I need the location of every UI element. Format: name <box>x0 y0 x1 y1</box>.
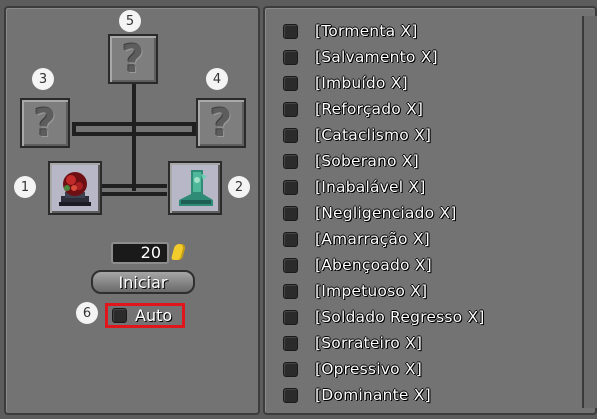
item-checkbox[interactable] <box>283 205 298 221</box>
fusion-slot-4[interactable]: ? <box>196 98 246 148</box>
fusion-slot-2[interactable] <box>168 161 222 215</box>
item-checkbox[interactable] <box>283 335 298 351</box>
connector-line <box>72 122 196 126</box>
item-checkbox[interactable] <box>283 309 298 325</box>
item-label: [Abençoado X] <box>315 256 432 274</box>
slot-4-badge: 4 <box>206 68 228 90</box>
item-checkbox[interactable] <box>283 257 298 273</box>
item-label: [Imbuído X] <box>315 74 408 92</box>
list-item[interactable]: [Amarração X] <box>283 226 485 252</box>
scrollbar[interactable] <box>582 16 597 408</box>
item-checkbox[interactable] <box>283 387 298 403</box>
mystery-bag-icon: ? <box>121 37 145 81</box>
item-checkbox[interactable] <box>283 75 298 91</box>
item-checkbox[interactable] <box>283 361 298 377</box>
start-button[interactable]: Iniciar <box>91 270 195 294</box>
item-label: [Negligenciado X] <box>315 204 457 222</box>
item-checkbox[interactable] <box>283 231 298 247</box>
connector-line <box>72 132 196 136</box>
fusion-panel: ? 5 ? 3 ? 4 1 2 20 Iniciar 6 Auto <box>4 6 260 415</box>
green-dragon-boot-item-icon <box>179 170 213 206</box>
cost-amount: 20 <box>111 242 169 264</box>
list-item[interactable]: [Sorrateiro X] <box>283 330 485 356</box>
connector-line <box>101 192 167 196</box>
list-item[interactable]: [Impetuoso X] <box>283 278 485 304</box>
slot-1-badge: 1 <box>14 176 36 198</box>
imbuement-list: [Tormenta X] [Salvamento X] [Imbuído X] … <box>283 18 485 408</box>
connector-line <box>101 184 167 188</box>
item-label: [Soldado Regresso X] <box>315 308 485 326</box>
item-label: [Cataclismo X] <box>315 126 432 144</box>
auto-checkbox[interactable] <box>112 308 127 323</box>
item-label: [Impetuoso X] <box>315 282 428 300</box>
auto-label: Auto <box>135 306 173 325</box>
list-item[interactable]: [Abençoado X] <box>283 252 485 278</box>
item-label: [Sorrateiro X] <box>315 334 423 352</box>
slot-5-badge: 5 <box>119 10 141 32</box>
list-item[interactable]: [Imbuído X] <box>283 70 485 96</box>
list-item[interactable]: [Cataclismo X] <box>283 122 485 148</box>
item-label: [Dominante X] <box>315 386 431 404</box>
auto-toggle[interactable]: Auto <box>105 303 185 328</box>
gold-coin-icon <box>170 244 187 260</box>
list-item[interactable]: [Opressivo X] <box>283 356 485 382</box>
item-checkbox[interactable] <box>283 49 298 65</box>
slot-3-badge: 3 <box>32 68 54 90</box>
item-checkbox[interactable] <box>283 127 298 143</box>
list-item[interactable]: [Soldado Regresso X] <box>283 304 485 330</box>
fusion-slot-5[interactable]: ? <box>108 34 158 84</box>
dark-crystal-item-icon <box>59 172 91 206</box>
item-checkbox[interactable] <box>283 23 298 39</box>
list-item[interactable]: [Reforçado X] <box>283 96 485 122</box>
item-checkbox[interactable] <box>283 179 298 195</box>
item-label: [Opressivo X] <box>315 360 422 378</box>
imbuement-list-panel: [Tormenta X] [Salvamento X] [Imbuído X] … <box>263 6 597 415</box>
item-label: [Amarração X] <box>315 230 430 248</box>
fusion-slot-1[interactable] <box>48 161 102 215</box>
item-checkbox[interactable] <box>283 101 298 117</box>
item-checkbox[interactable] <box>283 153 298 169</box>
item-label: [Soberano X] <box>315 152 419 170</box>
list-item[interactable]: [Negligenciado X] <box>283 200 485 226</box>
auto-badge: 6 <box>76 302 98 324</box>
mystery-bag-icon: ? <box>33 101 57 145</box>
list-item[interactable]: [Tormenta X] <box>283 18 485 44</box>
fusion-slot-3[interactable]: ? <box>20 98 70 148</box>
list-item[interactable]: [Dominante X] <box>283 382 485 408</box>
item-label: [Tormenta X] <box>315 22 418 40</box>
list-item[interactable]: [Salvamento X] <box>283 44 485 70</box>
item-label: [Salvamento X] <box>315 48 438 66</box>
list-item[interactable]: [Soberano X] <box>283 148 485 174</box>
item-label: [Reforçado X] <box>315 100 424 118</box>
connector-line <box>72 122 76 136</box>
item-checkbox[interactable] <box>283 283 298 299</box>
item-label: [Inabalável X] <box>315 178 426 196</box>
mystery-bag-icon: ? <box>209 101 233 145</box>
slot-2-badge: 2 <box>228 176 250 198</box>
list-item[interactable]: [Inabalável X] <box>283 174 485 200</box>
